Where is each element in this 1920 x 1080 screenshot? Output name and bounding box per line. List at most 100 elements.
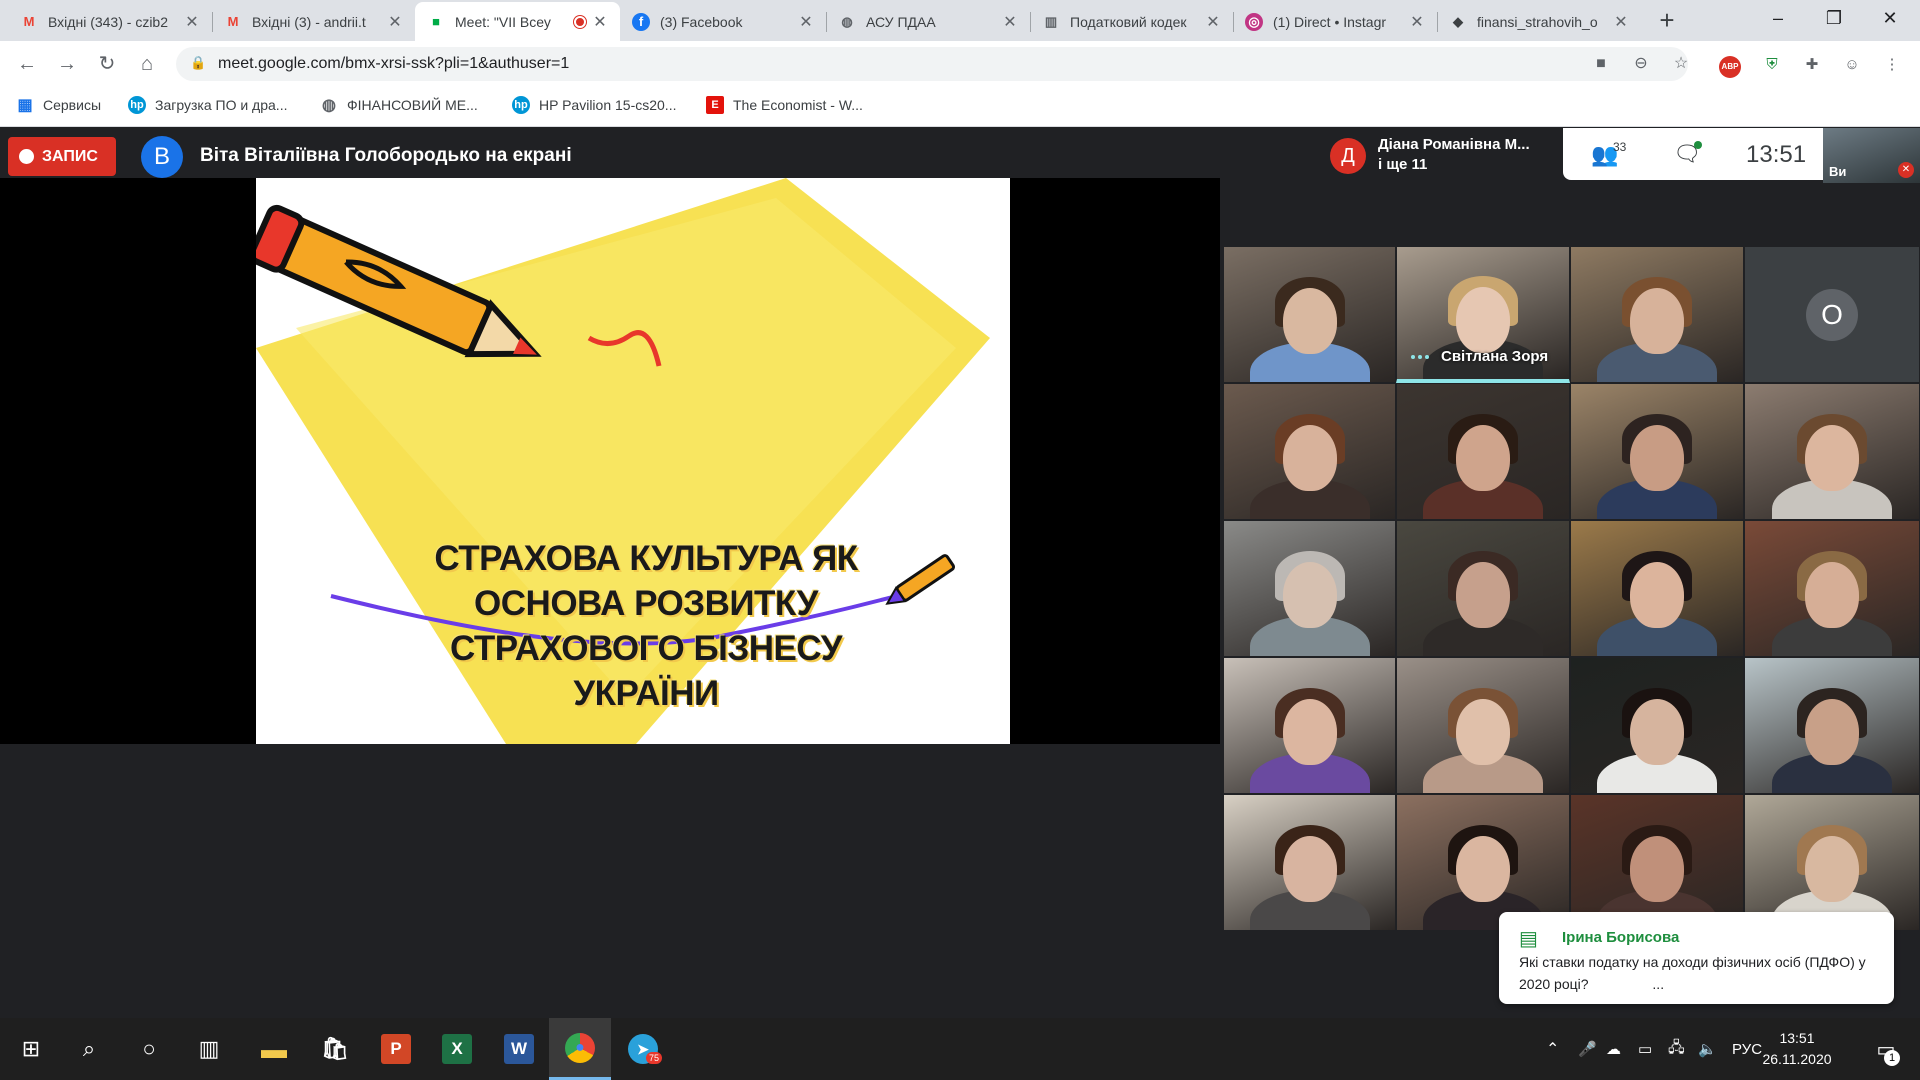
- participant-tile[interactable]: [1570, 383, 1744, 520]
- powerpoint-icon: P: [381, 1034, 411, 1064]
- close-tab-icon[interactable]: ✕: [387, 12, 403, 32]
- onedrive-icon[interactable]: ☁: [1606, 1018, 1621, 1080]
- tab-title: Вхідні (343) - czib2: [48, 13, 168, 30]
- lock-icon: 🔒: [190, 55, 207, 70]
- participant-tile[interactable]: [1744, 383, 1920, 520]
- recording-indicator-icon: [574, 15, 586, 28]
- close-window-button[interactable]: ✕: [1862, 0, 1918, 36]
- meet-icon: ■: [432, 14, 440, 29]
- url-text[interactable]: meet.google.com/bmx-xrsi-ssk?pli=1&authu…: [218, 55, 569, 73]
- forward-icon[interactable]: →: [52, 49, 82, 79]
- browser-tab[interactable]: ◎ (1) Direct • Instagr ✕: [1233, 2, 1437, 41]
- new-tab-button[interactable]: +: [1653, 6, 1681, 34]
- zoom-icon[interactable]: ⊖: [1630, 53, 1652, 75]
- participant-face: [1805, 835, 1859, 902]
- cortana-icon[interactable]: ○: [118, 1018, 180, 1080]
- taskbar-telegram[interactable]: ➤ 75: [612, 1018, 674, 1080]
- gmail-icon: M: [227, 14, 239, 29]
- taskbar-excel[interactable]: X: [426, 1018, 488, 1080]
- windows-start-icon[interactable]: ⊞: [0, 1018, 62, 1080]
- participant-tile[interactable]: [1744, 657, 1920, 794]
- shield-extension-icon[interactable]: ⛨: [1760, 53, 1784, 77]
- browser-tab[interactable]: ▥ Податковий кодек ✕: [1030, 2, 1233, 41]
- taskbar-store[interactable]: 🛍: [304, 1018, 366, 1080]
- battery-icon[interactable]: ▭: [1638, 1018, 1652, 1080]
- bookmark-item[interactable]: ◍ ФІНАНСОВИЙ МЕ...: [320, 96, 478, 114]
- bookmark-item[interactable]: hp Загрузка ПО и дра...: [128, 96, 287, 114]
- browser-tab[interactable]: ■ Meet: "VII Всеу ✕: [415, 2, 620, 41]
- chat-message-more: ...: [1652, 976, 1665, 992]
- excel-icon: X: [442, 1034, 472, 1064]
- home-icon[interactable]: ⌂: [132, 49, 162, 79]
- close-tab-icon[interactable]: ✕: [1409, 12, 1425, 32]
- bookmark-item[interactable]: hp HP Pavilion 15-cs20...: [512, 96, 676, 114]
- close-tab-icon[interactable]: ✕: [592, 12, 608, 32]
- close-tab-icon[interactable]: ✕: [798, 12, 814, 32]
- participant-tile[interactable]: O: [1744, 246, 1920, 383]
- taskbar-powerpoint[interactable]: P: [365, 1018, 427, 1080]
- taskbar-word[interactable]: W: [488, 1018, 550, 1080]
- participant-tile[interactable]: [1396, 657, 1570, 794]
- menu-icon[interactable]: ⋮: [1880, 53, 1904, 77]
- chat-unread-dot: [1694, 141, 1702, 149]
- participant-tile[interactable]: [1396, 520, 1570, 657]
- network-icon[interactable]: 🖧: [1668, 1018, 1685, 1080]
- browser-tab[interactable]: M Вхідні (3) - andrii.t ✕: [212, 2, 415, 41]
- browser-tab[interactable]: ◍ АСУ ПДАА ✕: [826, 2, 1030, 41]
- recording-button[interactable]: ЗАПИС: [8, 137, 116, 176]
- participant-tile[interactable]: [1744, 520, 1920, 657]
- participant-tile[interactable]: [1744, 794, 1920, 931]
- browser-tab[interactable]: M Вхідні (343) - czib2 ✕: [8, 2, 212, 41]
- close-tab-icon[interactable]: ✕: [184, 12, 200, 32]
- browser-tab[interactable]: f (3) Facebook ✕: [620, 2, 826, 41]
- participant-tile[interactable]: [1223, 657, 1396, 794]
- microphone-icon[interactable]: 🎤: [1578, 1018, 1597, 1080]
- participant-tile[interactable]: [1570, 246, 1744, 383]
- participant-tile[interactable]: [1570, 657, 1744, 794]
- minimize-button[interactable]: –: [1750, 0, 1806, 36]
- maximize-button[interactable]: ❐: [1806, 0, 1862, 36]
- close-tab-icon[interactable]: ✕: [1205, 12, 1221, 32]
- participant-face: [1805, 424, 1859, 491]
- taskbar-file-explorer[interactable]: ▬: [243, 1018, 305, 1080]
- participant-face: [1630, 424, 1684, 491]
- globe-icon: ◍: [322, 97, 336, 114]
- close-tab-icon[interactable]: ✕: [1002, 12, 1018, 32]
- adblock-extension-icon[interactable]: ABP: [1718, 53, 1742, 78]
- participant-tile[interactable]: Світлана Зоря: [1396, 246, 1570, 383]
- self-view-tile[interactable]: Ви ✕: [1823, 128, 1920, 183]
- back-icon[interactable]: ←: [12, 49, 42, 79]
- system-clock[interactable]: 13:51 26.11.2020: [1752, 1028, 1842, 1070]
- chat-notification[interactable]: ▤ Ірина Борисова Які ставки податку на д…: [1499, 912, 1894, 1004]
- volume-icon[interactable]: 🔈: [1698, 1018, 1717, 1080]
- bookmark-label: Загрузка ПО и дра...: [155, 97, 288, 113]
- show-hidden-icons[interactable]: ⌃: [1546, 1018, 1559, 1080]
- puzzle-icon[interactable]: ✚: [1800, 53, 1824, 77]
- participant-tile[interactable]: [1570, 794, 1744, 931]
- participant-face: [1630, 561, 1684, 628]
- participant-tile[interactable]: [1396, 794, 1570, 931]
- address-bar[interactable]: 🔒 meet.google.com/bmx-xrsi-ssk?pli=1&aut…: [176, 47, 1688, 81]
- search-icon[interactable]: ⌕: [58, 1018, 120, 1080]
- join-notice[interactable]: Д Діана Романівна М... і ще 11: [1322, 128, 1562, 180]
- reload-icon[interactable]: ↻: [92, 49, 122, 79]
- participants-count: 33: [1613, 140, 1627, 154]
- bookmark-item[interactable]: E The Economist - W...: [706, 96, 863, 114]
- action-center-icon[interactable]: ▭ 1: [1868, 1032, 1904, 1068]
- participant-tile[interactable]: [1223, 520, 1396, 657]
- participant-tile[interactable]: [1570, 520, 1744, 657]
- profile-icon[interactable]: ☺: [1840, 53, 1864, 77]
- participant-tile[interactable]: [1223, 794, 1396, 931]
- participant-tile[interactable]: [1223, 383, 1396, 520]
- close-tab-icon[interactable]: ✕: [1613, 12, 1629, 32]
- taskbar-chrome[interactable]: ●: [549, 1018, 611, 1080]
- participant-tile[interactable]: [1223, 246, 1396, 383]
- task-view-icon[interactable]: ▥: [178, 1018, 240, 1080]
- participant-tile[interactable]: [1396, 383, 1570, 520]
- bookmark-item[interactable]: ▦ Сервисы: [16, 96, 101, 114]
- presentation-slide: СТРАХОВА КУЛЬТУРА ЯК ОСНОВА РОЗВИТКУ СТР…: [256, 178, 1010, 744]
- browser-tab[interactable]: ◆ finansi_strahovih_o ✕: [1437, 2, 1641, 41]
- camera-icon[interactable]: ■: [1590, 53, 1612, 75]
- bookmark-star-icon[interactable]: ☆: [1670, 53, 1692, 75]
- browser-toolbar: ← → ↻ ⌂ 🔒 meet.google.com/bmx-xrsi-ssk?p…: [0, 41, 1920, 87]
